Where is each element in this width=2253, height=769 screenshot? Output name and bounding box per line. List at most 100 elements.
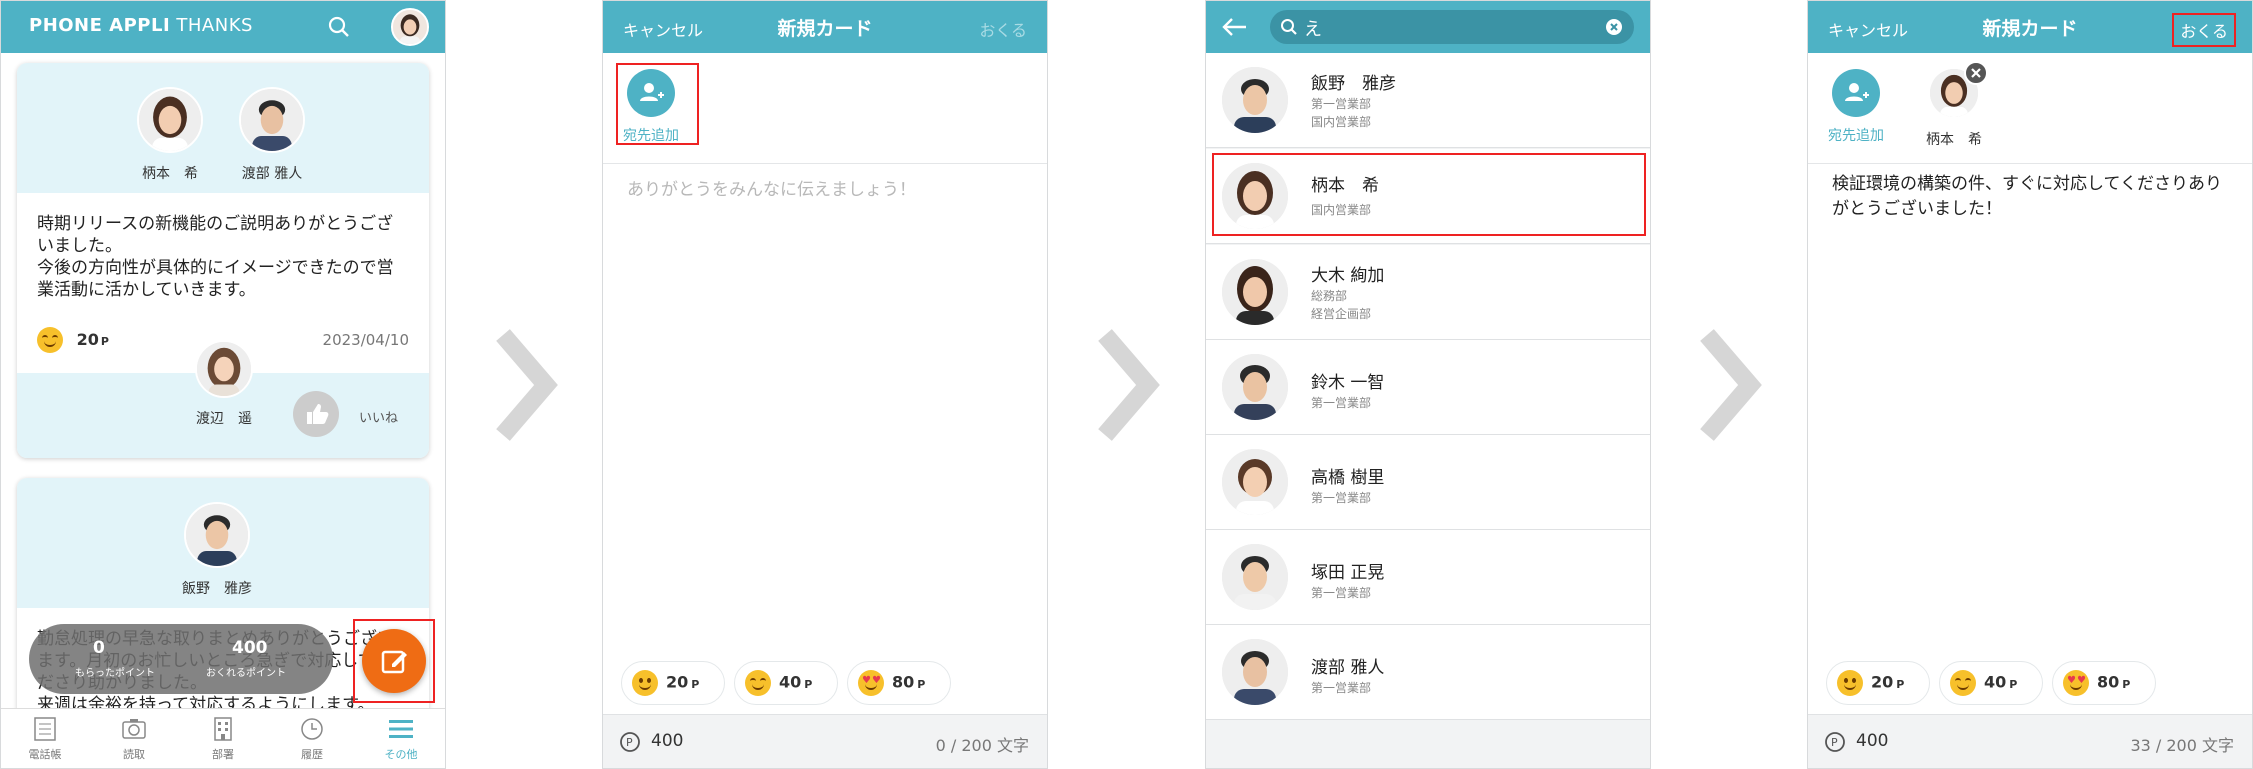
tab-label: 履歴: [301, 748, 323, 761]
person-avatar: [1222, 259, 1288, 325]
send-button[interactable]: おくる: [979, 17, 1027, 41]
new-card-filled-screen: キャンセル 新規カード おくる 宛先追加 柄本 希 検証環境の構築の件、すぐに対…: [1807, 0, 2253, 769]
tab-phonebook[interactable]: 電話帳: [1, 715, 89, 762]
card-message: 時期リリースの新機能のご説明ありがとうございました。 今後の方向性が具体的にイメ…: [37, 214, 394, 300]
back-arrow-icon[interactable]: [1220, 14, 1248, 44]
person-list-item[interactable]: 鈴木 一智 第一営業部: [1206, 340, 1650, 435]
points-icon: P: [1824, 730, 1848, 759]
svg-text:P: P: [626, 736, 633, 749]
char-count: 0 / 200 文字: [935, 736, 1029, 755]
phonebook-icon: [34, 717, 56, 741]
card-recipients: 柄本 希 渡部 雅人: [17, 63, 429, 193]
person-avatar: [1222, 544, 1288, 610]
person-name: 大木 絢加: [1311, 266, 1385, 286]
received-points-value: 0: [93, 638, 105, 658]
tab-history[interactable]: 履歴: [268, 715, 356, 762]
person-department: 第一営業部: [1311, 491, 1372, 505]
highlight-box: [353, 619, 435, 703]
recipient-search-screen: え 飯野 雅彦 第一営業部 国内営業部 柄本 希 国内営業部 大木 絢加 総務部経…: [1205, 0, 1651, 769]
person-name: 渡部 雅人: [1311, 658, 1385, 678]
step-arrow-icon: [1692, 325, 1762, 445]
person-avatar: [1222, 67, 1288, 133]
person-department: 第一営業部: [1311, 586, 1372, 600]
thanks-card[interactable]: 柄本 希 渡部 雅人 時期リリースの新機能のご説明ありがとうございました。 今後…: [17, 63, 429, 458]
giveable-points-label: おくれるポイント: [206, 668, 286, 679]
happy-emoji-icon: [1950, 670, 1976, 696]
tab-departments[interactable]: 部署: [179, 715, 267, 762]
recipient: 柄本 希: [137, 87, 203, 183]
recipient: 飯野 雅彦: [182, 502, 252, 598]
tab-other[interactable]: その他: [357, 715, 445, 762]
clock-icon: [301, 718, 323, 740]
user-avatar[interactable]: [391, 8, 429, 46]
sender: 渡辺 遥: [195, 340, 253, 428]
search-query: え: [1304, 19, 1322, 40]
smile-emoji-icon: [1837, 670, 1863, 696]
add-recipient-label: 宛先追加: [1828, 128, 1884, 144]
add-person-icon: [1832, 69, 1880, 117]
recipient-avatar: [137, 87, 203, 153]
search-icon[interactable]: [327, 15, 351, 43]
person-department: 第一営業部: [1311, 396, 1372, 410]
person-list-item[interactable]: 飯野 雅彦 第一営業部 国内営業部: [1206, 53, 1650, 148]
person-list-item[interactable]: 大木 絢加 総務部 経営企画部: [1206, 245, 1650, 340]
card-footer: 渡辺 遥 いいね: [17, 340, 429, 458]
send-button[interactable]: おくる: [2172, 13, 2236, 47]
search-input[interactable]: え: [1270, 10, 1634, 44]
recipient-avatar: [184, 502, 250, 568]
stamp-40-button[interactable]: 40 P: [734, 661, 838, 705]
tab-label: 部署: [212, 748, 234, 761]
clear-search-icon[interactable]: [1606, 19, 1622, 35]
search-icon: [1280, 18, 1298, 41]
sender-avatar: [195, 340, 253, 398]
stamp-20-button[interactable]: 20 P: [1826, 661, 1930, 705]
person-avatar: [1222, 639, 1288, 705]
person-list-item[interactable]: 渡部 雅人 第一営業部: [1206, 625, 1650, 720]
heart-eyes-emoji-icon: ♥ ♥: [2063, 670, 2089, 696]
person-avatar: [1222, 449, 1288, 515]
points-summary: 0 もらったポイント 400 おくれるポイント: [29, 624, 333, 694]
person-list-item[interactable]: 塚田 正晃 第一営業部: [1206, 530, 1650, 625]
person-department: 総務部 経営企画部: [1311, 289, 1372, 321]
available-points: 400: [1856, 731, 1889, 751]
remove-recipient-icon[interactable]: [1964, 61, 1988, 85]
card-points: 20 P: [37, 327, 109, 353]
new-card-header: キャンセル 新規カード おくる: [1808, 1, 2252, 53]
message-input[interactable]: ありがとうをみんなに伝えましょう！: [627, 175, 916, 200]
sender-name: 渡辺 遥: [196, 411, 252, 427]
highlight-box: [616, 63, 699, 145]
camera-icon: [122, 719, 146, 739]
person-name: 塚田 正晃: [1311, 563, 1385, 583]
happy-emoji-icon: [745, 670, 771, 696]
recipient: 渡部 雅人: [239, 87, 305, 183]
selected-recipient-chip: 柄本 希: [1926, 61, 1988, 149]
like-button[interactable]: [293, 391, 339, 437]
message-input[interactable]: 検証環境の構築の件、すぐに対応してくださりありがとうございました！: [1832, 172, 2232, 222]
add-recipient-button[interactable]: 宛先追加: [1828, 69, 1884, 145]
tab-label: 読取: [123, 748, 145, 761]
step-arrow-icon: [488, 325, 558, 445]
stamp-20-button[interactable]: 20 P: [621, 661, 725, 705]
stamp-80-button[interactable]: ♥ ♥ 80 P: [2052, 661, 2156, 705]
recipient-name: 柄本 希: [142, 166, 198, 182]
menu-icon: [389, 720, 413, 738]
char-count: 33 / 200 文字: [2130, 736, 2234, 755]
stamp-80-button[interactable]: ♥ ♥ 80 P: [847, 661, 951, 705]
person-department: 第一営業部 国内営業部: [1311, 97, 1372, 129]
giveable-points-value: 400: [232, 638, 268, 658]
thumbs-up-icon: [307, 404, 329, 424]
person-name: 飯野 雅彦: [1311, 74, 1396, 94]
app-header: PHONE APPLI THANKS: [1, 1, 445, 53]
recipient-name: 柄本 希: [1926, 132, 1982, 148]
stamp-40-button[interactable]: 40 P: [1939, 661, 2043, 705]
tab-label: その他: [384, 748, 418, 761]
tab-scan[interactable]: 読取: [90, 715, 178, 762]
person-list-item[interactable]: 高橋 樹里 第一営業部: [1206, 435, 1650, 530]
search-header: え: [1206, 1, 1650, 53]
thanks-timeline-screen: PHONE APPLI THANKS 柄本 希 渡部 雅人 時期リリースの新機能…: [0, 0, 446, 769]
like-label: いいね: [359, 411, 399, 426]
recipient-name: 飯野 雅彦: [182, 581, 252, 597]
smile-emoji-icon: [632, 670, 658, 696]
tab-label: 電話帳: [28, 748, 62, 761]
person-avatar: [1222, 354, 1288, 420]
